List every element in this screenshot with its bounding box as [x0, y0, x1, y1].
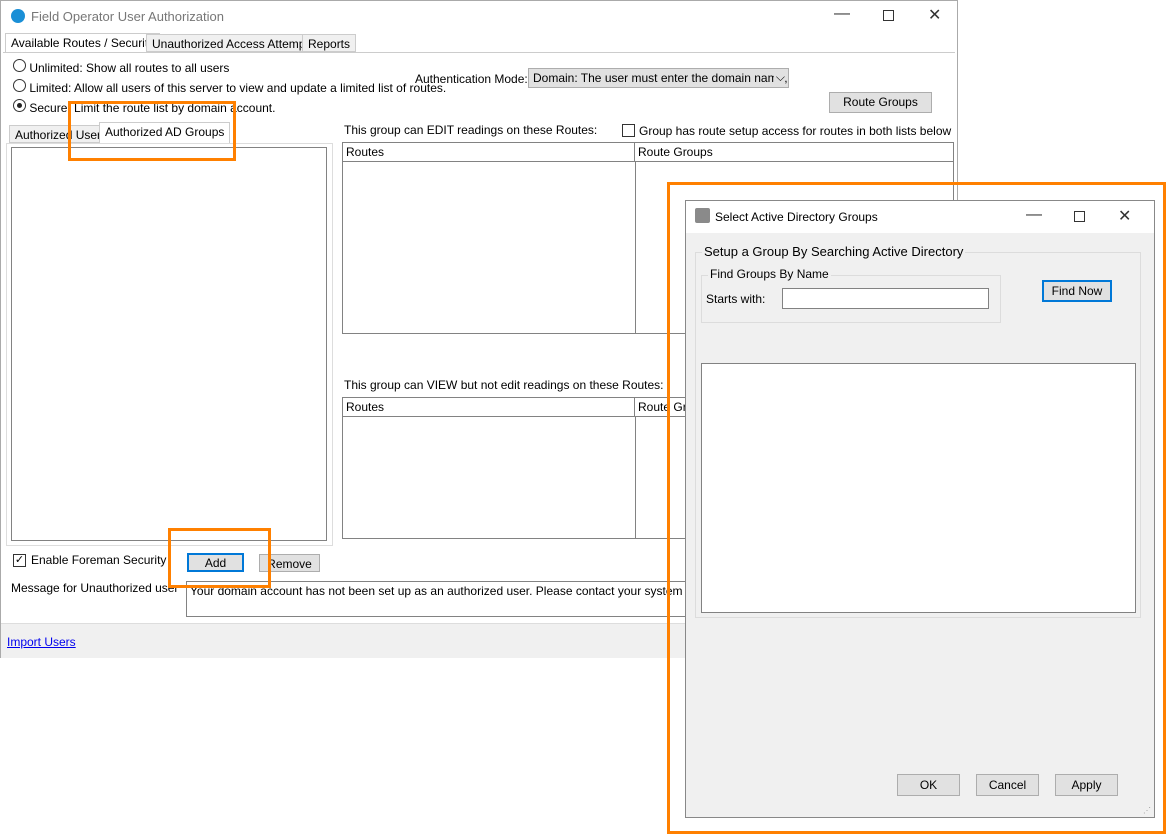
window-title: Field Operator User Authorization: [31, 9, 224, 24]
radio-limited[interactable]: Limited: Allow all users of this server …: [13, 79, 446, 95]
tab-unauthorized-access[interactable]: Unauthorized Access Attempts: [146, 34, 321, 52]
maximize-button[interactable]: [883, 10, 894, 21]
close-button[interactable]: ✕: [928, 5, 941, 25]
route-groups-button[interactable]: Route Groups: [829, 92, 932, 113]
message-label: Message for Unauthorized user: [11, 581, 179, 595]
highlight-dialog: [667, 182, 1166, 834]
tab-reports[interactable]: Reports: [302, 34, 357, 52]
auth-mode-value: Domain: The user must enter the domain n…: [533, 71, 789, 85]
radio-label: Limited: Allow all users of this server …: [29, 81, 447, 95]
radio-unlimited[interactable]: Unlimited: Show all routes to all users: [13, 59, 229, 75]
view-routes-label: This group can VIEW but not edit reading…: [344, 378, 664, 392]
highlight-add-button: [168, 528, 271, 588]
ad-groups-list[interactable]: [11, 147, 327, 541]
minimize-button[interactable]: —: [834, 5, 850, 23]
column-header-routes[interactable]: Routes: [343, 143, 635, 162]
foreman-security-checkbox[interactable]: ✓: [13, 554, 26, 567]
route-setup-label: Group has route setup access for routes …: [639, 124, 952, 138]
foreman-security-label: Enable Foreman Security: [31, 553, 167, 567]
route-setup-checkbox[interactable]: [622, 124, 635, 137]
auth-mode-select[interactable]: Domain: The user must enter the domain n…: [528, 68, 789, 88]
tab-available-routes[interactable]: Available Routes / Security: [5, 33, 161, 53]
auth-mode-label: Authentication Mode:: [415, 72, 528, 86]
app-user-shield-icon: [11, 9, 25, 23]
column-header-route-groups[interactable]: Route Groups: [635, 143, 953, 162]
edit-routes-label: This group can EDIT readings on these Ro…: [344, 123, 598, 137]
import-users-link[interactable]: Import Users: [7, 635, 76, 649]
column-header-routes[interactable]: Routes: [343, 398, 635, 417]
highlight-ad-groups-tab: [68, 101, 236, 161]
radio-label: Unlimited: Show all routes to all users: [29, 61, 230, 75]
chevron-down-icon: ⌵: [773, 70, 785, 85]
